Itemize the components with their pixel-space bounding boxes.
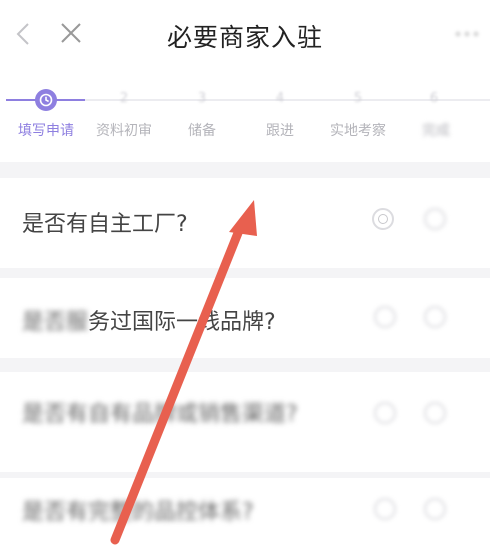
step-4-number: 4 <box>275 91 285 106</box>
question-text-blurred-part: 是否服 <box>22 310 89 335</box>
option-no-radio[interactable] <box>424 402 446 424</box>
option-no-radio[interactable] <box>424 208 446 230</box>
question-text: 是否有自有品牌或销售渠道? <box>22 402 298 427</box>
step-3-number: 3 <box>197 91 207 106</box>
page-title: 必要商家入驻 <box>166 23 323 52</box>
clock-icon <box>39 93 53 107</box>
application-progress-steps: 2 3 4 5 6 填写申请 资料初审 储备 跟进 实地考察 完成 <box>0 70 490 162</box>
option-no-radio[interactable] <box>424 306 446 328</box>
more-options-button[interactable] <box>450 26 484 40</box>
step-6-number: 6 <box>429 91 439 106</box>
top-navigation-bar: 必要商家入驻 <box>0 0 490 70</box>
step-2-label: 资料初审 <box>96 123 152 139</box>
step-5-label: 实地考察 <box>330 123 386 139</box>
step-1-current-indicator <box>35 89 57 111</box>
question-card-factory: 是否有自主工厂? <box>0 178 490 268</box>
step-1-label: 填写申请 <box>18 123 74 139</box>
option-yes-radio[interactable] <box>374 498 396 520</box>
step-5-number: 5 <box>353 91 363 106</box>
question-text: 是否有自主工厂? <box>22 212 188 237</box>
question-card-blurred: 是否有自有品牌或销售渠道? <box>0 372 490 472</box>
step-6-label: 完成 <box>422 123 450 139</box>
step-3-label: 储备 <box>188 123 216 139</box>
question-card-brand-service: 是否服务过国际一线品牌? <box>0 278 490 358</box>
step-2-number: 2 <box>119 91 129 106</box>
option-yes-radio[interactable] <box>374 402 396 424</box>
option-yes-radio[interactable] <box>374 306 396 328</box>
question-text: 是否服务过国际一线品牌? <box>22 310 276 335</box>
question-card-blurred-2: 是否有完整的品控体系? <box>0 478 490 553</box>
step-4-label: 跟进 <box>266 123 294 139</box>
question-text: 是否有完整的品控体系? <box>22 500 254 525</box>
option-yes-radio[interactable] <box>372 208 394 230</box>
option-no-radio[interactable] <box>424 498 446 520</box>
more-dots-icon <box>455 31 479 37</box>
